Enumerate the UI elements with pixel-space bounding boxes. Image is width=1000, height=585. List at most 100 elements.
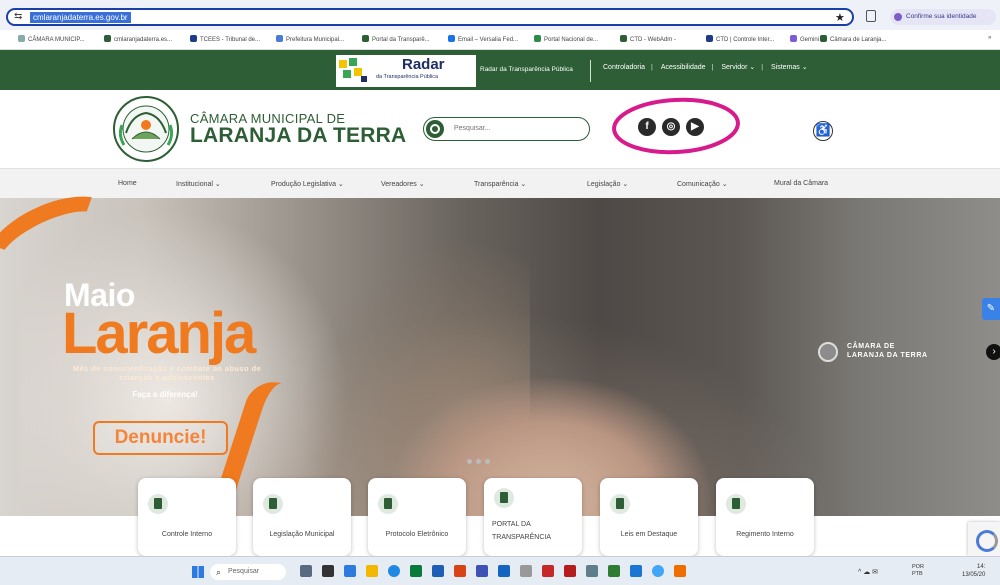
carousel-next-button[interactable]: › [986,344,1000,360]
recaptcha-badge[interactable] [968,522,1000,556]
extensions-icon[interactable] [866,10,876,22]
top-links: Controladoria | Acessibilidade | Servidor … [600,63,811,71]
document-icon [494,488,514,508]
search-icon[interactable] [426,120,444,138]
separator: | [651,64,653,71]
site-search[interactable] [423,117,590,141]
taskbar-app-icon[interactable] [520,565,532,577]
radar-caption[interactable]: Radar da Transparência Pública [480,66,573,73]
card-portal-transparencia[interactable]: PORTAL DA TRANSPARÊNCIA [484,478,582,556]
search-input[interactable] [454,121,584,136]
nav-vereadores[interactable]: Vereadores ⌄ [381,180,425,188]
link-controladoria[interactable]: Controladoria [603,64,645,71]
card-label: Regimento Interno [736,531,794,538]
document-icon [726,494,746,514]
facebook-icon[interactable]: f [638,118,656,136]
divider [590,60,591,82]
bookmark-star-icon[interactable]: ★ [835,11,845,24]
bookmark-item[interactable]: cmlaranjadaterra.es... [104,35,172,43]
language-indicator[interactable]: POR PTB [912,564,924,578]
bookmark-item[interactable]: Portal Nacional de... [534,35,598,43]
document-icon [610,494,630,514]
bookmark-item[interactable]: CTD | Controle Inter... [706,35,774,43]
taskbar-app-icon[interactable] [542,565,554,577]
card-regimento-interno[interactable]: Regimento Interno [716,478,814,556]
separator: | [761,64,764,71]
nav-comunicacao[interactable]: Comunicação ⌄ [677,180,728,188]
card-legislacao-municipal[interactable]: Legislação Municipal [253,478,351,556]
site-info-icon[interactable]: ⇆ [14,11,22,22]
gmail-icon[interactable] [564,565,576,577]
chrome-icon[interactable] [388,565,400,577]
bookmarks-bar: CÂMARA MUNICIP... cmlaranjadaterra.es...… [0,30,1000,50]
bookmark-item[interactable]: Prefeitura Municipal... [276,35,344,43]
camara-small-logo-icon [818,342,838,362]
card-label: PORTAL DA TRANSPARÊNCIA [492,521,551,541]
youtube-icon[interactable]: ▶ [686,118,704,136]
card-label: Controle Interno [161,531,213,538]
taskbar-app-icon[interactable] [410,565,422,577]
link-acessibilidade[interactable]: Acessibilidade [661,64,706,71]
carousel-dot[interactable] [467,459,472,464]
radar-logo-icon [339,58,367,82]
taskbar-app-icon[interactable] [586,565,598,577]
link-servidor[interactable]: Servidor ⌄ [721,64,755,71]
nav-mural-da-camara[interactable]: Mural da Câmara [774,180,828,187]
taskbar-app-icon[interactable] [608,565,620,577]
taskbar-app-icon[interactable] [454,565,466,577]
nav-producao-legislativa[interactable]: Produção Legislativa ⌄ [271,180,344,188]
lang-top: POR [912,564,924,570]
brand-line-2: LARANJA DA TERRA [190,124,407,147]
radar-title: Radar [402,56,445,73]
accessibility-icon[interactable]: ♿ [813,121,833,141]
taskbar-app-icon[interactable] [476,565,488,577]
url-text[interactable]: cmlaranjadaterra.es.gov.br [30,12,131,23]
hero-logo-line-1: CÂMARA DE [847,343,895,350]
card-controle-interno[interactable]: Controle Interno [138,478,236,556]
nav-transparencia[interactable]: Transparência ⌄ [474,180,526,188]
document-icon [148,494,168,514]
lang-bottom: PTB [912,571,923,577]
system-tray[interactable]: ^ ☁ ✉ [858,568,878,576]
side-feedback-tab[interactable]: ✎ [982,298,1000,320]
carousel-dot[interactable] [485,459,490,464]
taskbar-app-icon[interactable] [630,565,642,577]
camara-emblem-logo[interactable] [112,95,180,163]
more-bookmarks-icon[interactable]: » [988,35,991,41]
taskbar-app-icon[interactable] [300,565,312,577]
bookmark-item[interactable]: Gemini [790,35,819,43]
url-field[interactable]: ⇆ cmlaranjadaterra.es.gov.br [6,8,854,26]
bookmark-item[interactable]: Portal da Transparê... [362,35,430,43]
card-protocolo-eletronico[interactable]: Protocolo Eletrônico [368,478,466,556]
nav-institucional[interactable]: Institucional ⌄ [176,180,221,188]
bookmark-item[interactable]: Email – Versalia Fed... [448,35,518,43]
radar-transparencia-logo[interactable]: Radar da Transparência Pública [336,55,476,87]
card-leis-em-destaque[interactable]: Leis em Destaque [600,478,698,556]
nav-legislacao[interactable]: Legislação ⌄ [587,180,628,188]
denuncie-button[interactable]: Denuncie! [93,421,228,455]
radar-subtitle: da Transparência Pública [376,74,439,80]
document-icon [263,494,283,514]
windows-start-icon[interactable] [192,566,204,578]
taskbar-app-icon[interactable] [674,565,686,577]
taskbar-app-icon[interactable] [322,565,334,577]
campaign-cta: Faça a diferença! [132,390,198,399]
taskbar-app-icon[interactable] [344,565,356,577]
bookmark-item[interactable]: CTD - WebAdm - [620,35,676,43]
edge-icon[interactable] [652,565,664,577]
identity-confirm-button[interactable]: Confirme sua identidade [890,9,996,25]
taskbar-app-icon[interactable] [432,565,444,577]
word-icon[interactable] [498,565,510,577]
instagram-icon[interactable]: ◎ [662,118,680,136]
bookmark-item[interactable]: Câmara de Laranja... [820,35,886,43]
clock[interactable]: 14: 13/05/20 [962,563,985,579]
nav-home[interactable]: Home [118,180,137,187]
taskbar-app-icon[interactable] [366,565,378,577]
bookmark-item[interactable]: TCEES - Tribunal de... [190,35,260,43]
card-label: Legislação Municipal [269,531,335,538]
carousel-dots[interactable] [467,451,494,469]
taskbar-search[interactable]: Pesquisar [210,564,286,580]
link-sistemas[interactable]: Sistemas ⌄ [771,64,808,71]
bookmark-item[interactable]: CÂMARA MUNICIP... [18,35,85,43]
carousel-dot[interactable] [476,459,481,464]
